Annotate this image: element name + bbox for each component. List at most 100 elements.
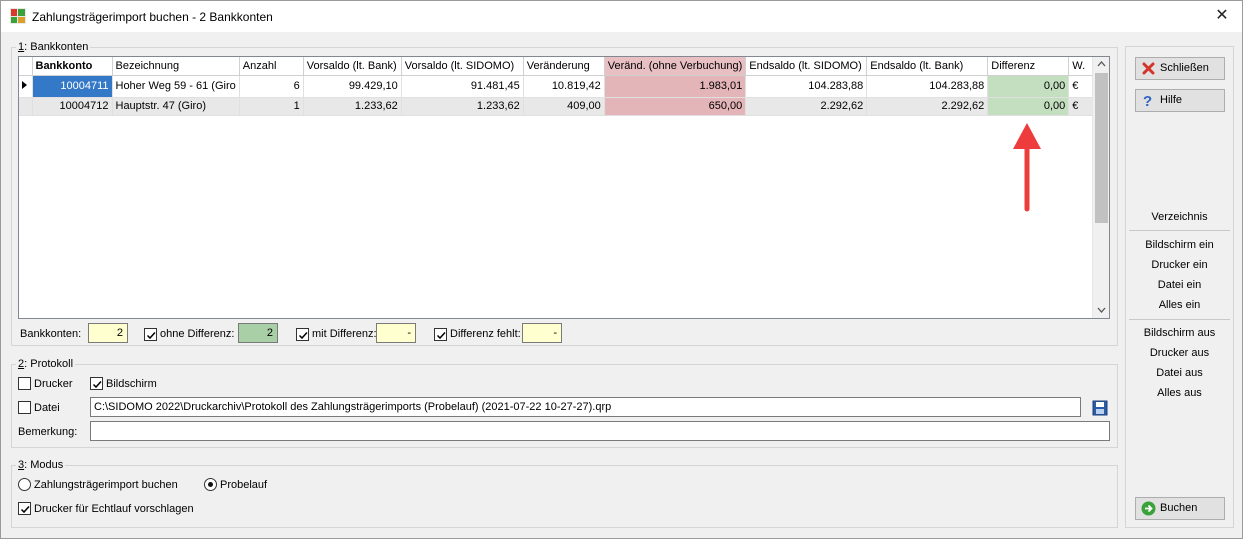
differenz-fehlt-field: - <box>522 323 562 343</box>
close-window-icon[interactable]: ✕ <box>1212 6 1232 26</box>
table-cell[interactable]: 1.233,62 <box>303 97 402 116</box>
table-row[interactable]: 10004711 Hoher Weg 59 - 61 (Giro 6 99.429,1… <box>19 75 1095 98</box>
hilfe-button[interactable]: ? Hilfe <box>1135 89 1225 112</box>
annotation-arrow-icon <box>1013 123 1041 212</box>
verzeichnis-label[interactable]: Verzeichnis <box>1125 211 1234 223</box>
bankkonten-count-label: Bankkonten: <box>20 328 82 340</box>
window-title: Zahlungsträgerimport buchen - 2 Bankkont… <box>32 10 273 24</box>
ohne-differenz-checkbox[interactable] <box>144 328 157 341</box>
column-header[interactable]: Endsaldo (lt. Bank) <box>866 57 989 76</box>
table-cell[interactable]: 6 <box>239 75 304 98</box>
mit-differenz-checkbox[interactable] <box>296 328 309 341</box>
arrow-right-circle-icon <box>1141 501 1156 516</box>
bankkonten-legend: 1: Bankkonten <box>18 41 89 53</box>
column-header[interactable]: Anzahl <box>239 57 304 76</box>
buchen-button[interactable]: Buchen <box>1135 497 1225 520</box>
column-header[interactable]: W. <box>1068 57 1095 76</box>
help-icon: ? <box>1143 93 1152 108</box>
modus-group: 3: Modus <box>11 459 1118 528</box>
row-indicator[interactable] <box>19 97 33 116</box>
bankkonten-table: Bankkonto Bezeichnung Anzahl Vorsaldo (lt. … <box>19 57 1095 116</box>
table-cell[interactable]: 104.283,88 <box>866 75 989 98</box>
scroll-up-icon[interactable] <box>1097 61 1106 67</box>
menu-item-ein[interactable]: Bildschirm ein <box>1125 239 1234 251</box>
table-cell[interactable]: 1.983,01 <box>604 75 747 98</box>
bankkonten-grid[interactable]: Bankkonto Bezeichnung Anzahl Vorsaldo (lt. … <box>18 56 1110 319</box>
menu-item-aus[interactable]: Drucker aus <box>1125 347 1234 359</box>
drucker-label: Drucker <box>34 378 73 390</box>
column-header[interactable]: Vorsaldo (lt. SIDOMO) <box>401 57 524 76</box>
current-row-icon <box>22 80 27 89</box>
table-cell[interactable]: 10.819,42 <box>523 75 605 98</box>
ohne-differenz-label: ohne Differenz: <box>160 328 235 340</box>
title-bar: Zahlungsträgerimport buchen - 2 Bankkont… <box>1 1 1242 32</box>
table-cell[interactable]: 10004711 <box>32 75 113 98</box>
bemerkung-input[interactable] <box>90 421 1110 441</box>
buchen-label: Buchen <box>1160 502 1198 514</box>
datei-label: Datei <box>34 402 60 414</box>
schliessen-button[interactable]: Schließen <box>1135 57 1225 80</box>
column-header[interactable]: Vorsaldo (lt. Bank) <box>303 57 402 76</box>
ohne-differenz-field: 2 <box>238 323 278 343</box>
menu-item-ein[interactable]: Datei ein <box>1125 279 1234 291</box>
table-cell[interactable]: Hauptstr. 47 (Giro) <box>112 97 240 116</box>
menu-item-aus[interactable]: Datei aus <box>1125 367 1234 379</box>
column-header[interactable]: Bankkonto <box>32 57 113 76</box>
probelauf-radio[interactable] <box>204 478 217 491</box>
table-cell[interactable]: 1 <box>239 97 304 116</box>
hilfe-label: Hilfe <box>1160 94 1183 106</box>
save-disk-icon[interactable] <box>1092 400 1108 416</box>
table-cell[interactable]: € <box>1068 75 1095 98</box>
drucker-checkbox[interactable] <box>18 377 31 390</box>
differenz-fehlt-checkbox[interactable] <box>434 328 447 341</box>
scrollbar-thumb[interactable] <box>1095 73 1108 223</box>
mit-differenz-label: mit Differenz: <box>312 328 377 340</box>
grid-vertical-scrollbar[interactable] <box>1092 57 1109 318</box>
drucker-vorschlagen-checkbox[interactable] <box>18 502 31 515</box>
table-cell[interactable]: 1.233,62 <box>401 97 524 116</box>
menu-item-ein[interactable]: Alles ein <box>1125 299 1234 311</box>
column-header[interactable] <box>19 57 33 76</box>
table-row[interactable]: 10004712 Hauptstr. 47 (Giro) 1 1.233,62 1.23… <box>19 97 1095 116</box>
table-cell[interactable]: 91.481,45 <box>401 75 524 98</box>
dialog-window: Zahlungsträgerimport buchen - 2 Bankkont… <box>0 0 1243 539</box>
column-header[interactable]: Veränd. (ohne Verbuchung) <box>604 57 747 76</box>
column-header[interactable]: Veränderung <box>523 57 605 76</box>
differenz-fehlt-label: Differenz fehlt: <box>450 328 521 340</box>
probelauf-radio-label: Probelauf <box>220 479 268 491</box>
table-cell[interactable]: 10004712 <box>32 97 113 116</box>
svg-text:?: ? <box>1143 93 1152 108</box>
buchen-radio[interactable] <box>18 478 31 491</box>
app-icon <box>10 8 26 24</box>
table-cell[interactable]: 650,00 <box>604 97 747 116</box>
bildschirm-checkbox[interactable] <box>90 377 103 390</box>
datei-path-input[interactable]: C:\SIDOMO 2022\Druckarchiv\Protokoll des… <box>90 397 1081 417</box>
bankkonten-count-field: 2 <box>88 323 128 343</box>
modus-legend: 3: Modus <box>18 459 64 471</box>
column-header[interactable]: Differenz <box>987 57 1070 76</box>
bildschirm-label: Bildschirm <box>106 378 157 390</box>
table-cell[interactable]: 2.292,62 <box>745 97 868 116</box>
schliessen-label: Schließen <box>1160 62 1209 74</box>
bemerkung-label: Bemerkung: <box>18 426 78 438</box>
table-cell[interactable]: € <box>1068 97 1095 116</box>
table-cell[interactable]: 0,00 <box>987 75 1070 98</box>
table-cell[interactable]: 0,00 <box>987 97 1070 116</box>
datei-checkbox[interactable] <box>18 401 31 414</box>
menu-item-ein[interactable]: Drucker ein <box>1125 259 1234 271</box>
table-cell[interactable]: 409,00 <box>523 97 605 116</box>
scroll-down-icon[interactable] <box>1097 307 1106 313</box>
menu-item-aus[interactable]: Alles aus <box>1125 387 1234 399</box>
row-indicator[interactable] <box>19 75 33 98</box>
table-cell[interactable]: 2.292,62 <box>866 97 989 116</box>
table-cell[interactable]: Hoher Weg 59 - 61 (Giro <box>112 75 240 98</box>
table-cell[interactable]: 104.283,88 <box>745 75 868 98</box>
table-cell[interactable]: 99.429,10 <box>303 75 402 98</box>
column-header[interactable]: Bezeichnung <box>112 57 240 76</box>
drucker-vorschlagen-label: Drucker für Echtlauf vorschlagen <box>34 503 194 515</box>
mit-differenz-field: - <box>376 323 416 343</box>
column-header[interactable]: Endsaldo (lt. SIDOMO) <box>745 57 868 76</box>
close-x-icon <box>1142 62 1155 75</box>
menu-item-aus[interactable]: Bildschirm aus <box>1125 327 1234 339</box>
protokoll-legend: 2: Protokoll <box>18 358 74 370</box>
